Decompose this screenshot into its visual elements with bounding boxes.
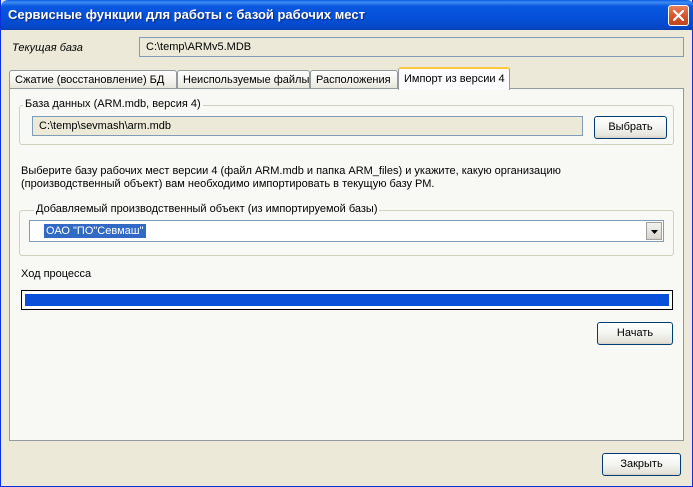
- current-db-field: C:\temp\ARMv5.MDB: [139, 37, 684, 57]
- instructions-line-1: Выберите базу рабочих мест версии 4 (фай…: [21, 165, 561, 177]
- object-select[interactable]: ОАО "ПО"Севмаш": [29, 220, 664, 242]
- close-window-button[interactable]: [668, 5, 689, 26]
- progress-label: Ход процесса: [21, 268, 92, 280]
- close-icon: [673, 10, 684, 21]
- choose-db-button[interactable]: Выбрать: [594, 116, 667, 139]
- tab-unused-files[interactable]: Неиспользуемые файлы: [177, 70, 310, 89]
- tab-import-v4-label: Импорт из версии 4: [404, 73, 505, 85]
- instructions-line-2: (производственный объект) вам необходимо…: [21, 178, 435, 190]
- import-db-path-field: C:\temp\sevmash\arm.mdb: [32, 116, 583, 136]
- close-button[interactable]: Закрыть: [602, 453, 681, 476]
- window-title: Сервисные функции для работы с базой раб…: [8, 7, 365, 22]
- dialog-window: Сервисные функции для работы с базой раб…: [0, 0, 693, 487]
- tab-unused-files-label: Неиспользуемые файлы: [183, 74, 310, 86]
- chevron-down-icon: [651, 230, 658, 234]
- progress-bar: [21, 290, 673, 310]
- start-button[interactable]: Начать: [597, 322, 673, 345]
- tab-compress[interactable]: Сжатие (восстановление) БД: [9, 70, 177, 89]
- db-group-caption: База данных (ARM.mdb, версия 4): [23, 98, 203, 110]
- current-db-value: C:\temp\ARMv5.MDB: [146, 41, 252, 53]
- object-group-caption: Добавляемый производственный объект (из …: [34, 203, 380, 215]
- object-select-value: ОАО "ПО"Севмаш": [44, 224, 146, 238]
- title-bar[interactable]: Сервисные функции для работы с базой раб…: [1, 0, 693, 30]
- tab-compress-label: Сжатие (восстановление) БД: [15, 74, 165, 86]
- progress-fill: [25, 294, 669, 306]
- current-db-label: Текущая база: [12, 42, 83, 54]
- tab-import-v4[interactable]: Импорт из версии 4: [398, 67, 510, 90]
- tab-locations[interactable]: Расположения: [310, 70, 398, 89]
- import-db-path-value: C:\temp\sevmash\arm.mdb: [39, 120, 172, 132]
- tab-locations-label: Расположения: [316, 74, 391, 86]
- object-select-dropdown-button[interactable]: [646, 222, 662, 240]
- tab-panel-import: База данных (ARM.mdb, версия 4) C:\temp\…: [9, 88, 684, 441]
